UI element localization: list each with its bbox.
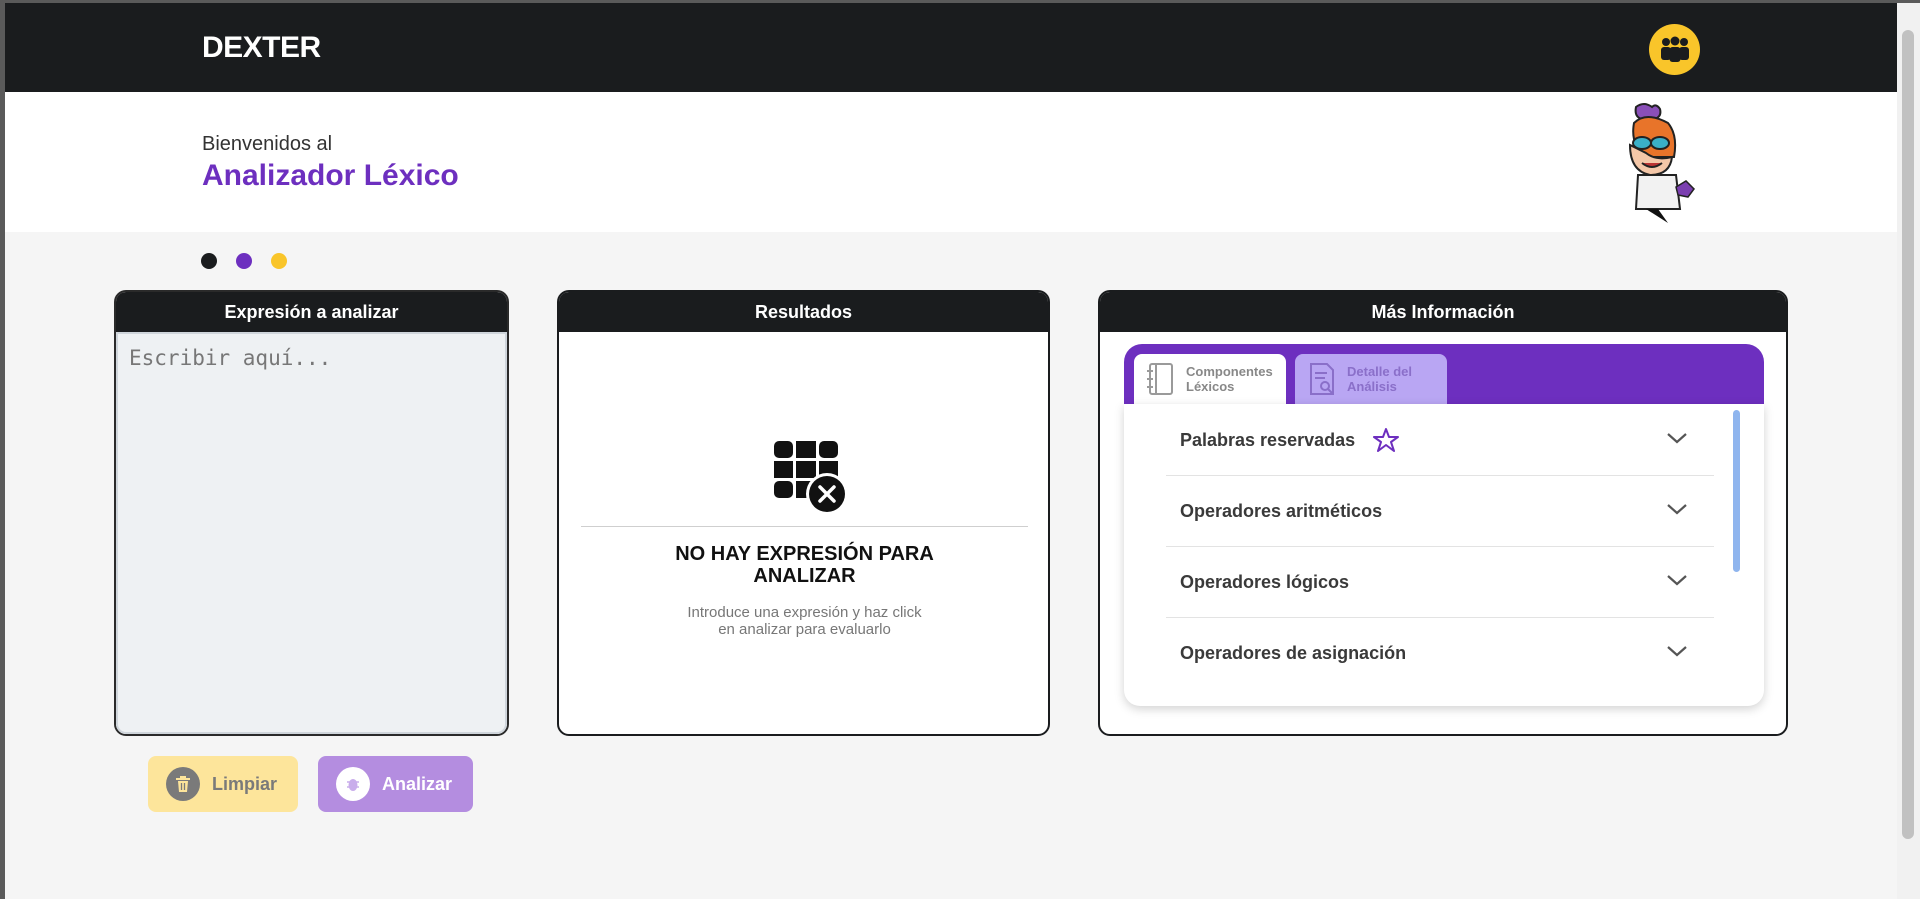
notebook-icon [1147, 363, 1173, 395]
accordion-item-palabras-reservadas[interactable]: Palabras reservadas [1166, 405, 1714, 476]
analyze-button-label: Analizar [382, 773, 453, 794]
tab-componentes-label: Componentes Léxicos [1186, 364, 1273, 394]
results-empty-state: NO HAY EXPRESIÓN PARA ANALIZAR Introduce… [559, 332, 1048, 734]
results-panel: Resultados NO HAY EXPRESIÓN PARA ANALIZA… [557, 290, 1050, 736]
accordion-item-operadores-asignacion[interactable]: Operadores de asignación [1166, 618, 1714, 689]
results-panel-title: Resultados [559, 292, 1048, 332]
pentagram-icon [1373, 428, 1400, 452]
decorative-dots [201, 253, 287, 269]
accordion-item-label: Palabras reservadas [1180, 429, 1356, 450]
tab-detalle-analisis[interactable]: Detalle del Análisis [1295, 354, 1447, 404]
expression-panel-title: Expresión a analizar [116, 292, 507, 332]
info-panel: Más Información Componentes Léxicos Deta… [1098, 290, 1788, 736]
dot-purple [236, 253, 252, 269]
divider [581, 526, 1028, 527]
tab-detalle-label: Detalle del Análisis [1347, 364, 1412, 394]
accordion-item-operadores-aritmeticos[interactable]: Operadores aritméticos [1166, 476, 1714, 547]
expression-panel: Expresión a analizar [114, 290, 509, 736]
hero-section: Bienvenidos al Analizador Léxico [5, 92, 1897, 232]
top-bar: DEXTER [5, 3, 1897, 92]
clear-button[interactable]: Limpiar [148, 756, 298, 812]
tab-label-line: Léxicos [1186, 379, 1235, 394]
analyze-button[interactable]: Analizar [318, 756, 473, 812]
brand-logo[interactable]: DEXTER [202, 31, 321, 65]
accordion-item-operadores-logicos[interactable]: Operadores lógicos [1166, 547, 1714, 618]
dot-dark [201, 253, 217, 269]
accordion-item-label: Operadores de asignación [1180, 643, 1407, 663]
chevron-down-icon [1667, 504, 1687, 515]
team-button[interactable] [1649, 24, 1700, 75]
tab-label-line: Componentes [1186, 364, 1273, 379]
dot-yellow [271, 253, 287, 269]
info-tabs-bar: Componentes Léxicos Detalle del Análisis [1124, 344, 1764, 404]
chevron-down-icon [1667, 575, 1687, 586]
document-search-icon [1310, 363, 1334, 395]
empty-state-title: NO HAY EXPRESIÓN PARA ANALIZAR [675, 543, 934, 587]
tab-label-line: Análisis [1347, 379, 1397, 394]
chevron-down-icon [1667, 433, 1687, 444]
empty-state-subtitle: Introduce una expresión y haz click en a… [687, 604, 922, 638]
bug-icon [336, 767, 370, 801]
accordion-scrollbar[interactable] [1733, 410, 1740, 572]
lexical-components-accordion: Palabras reservadas Operadores aritmétic… [1124, 404, 1764, 706]
welcome-text: Bienvenidos al [202, 133, 333, 155]
tab-componentes-lexicos[interactable]: Componentes Léxicos [1134, 354, 1286, 404]
page-scrollbar-thumb[interactable] [1902, 30, 1914, 839]
accordion-item-label: Operadores lógicos [1180, 571, 1350, 592]
clear-button-label: Limpiar [212, 773, 278, 794]
table-error-icon [774, 441, 848, 515]
app-window: DEXTER Bienvenidos al Analizador Léxico [5, 3, 1897, 899]
chevron-down-icon [1667, 646, 1687, 657]
expression-input[interactable] [116, 332, 507, 734]
tab-label-line: Detalle del [1347, 364, 1413, 379]
trash-icon [166, 767, 200, 801]
team-icon [1660, 36, 1689, 62]
dexter-mascot-image [1628, 103, 1695, 223]
info-panel-title: Más Información [1100, 292, 1786, 332]
accordion-item-label: Operadores aritméticos [1180, 500, 1383, 521]
page-title: Analizador Léxico [202, 159, 459, 192]
